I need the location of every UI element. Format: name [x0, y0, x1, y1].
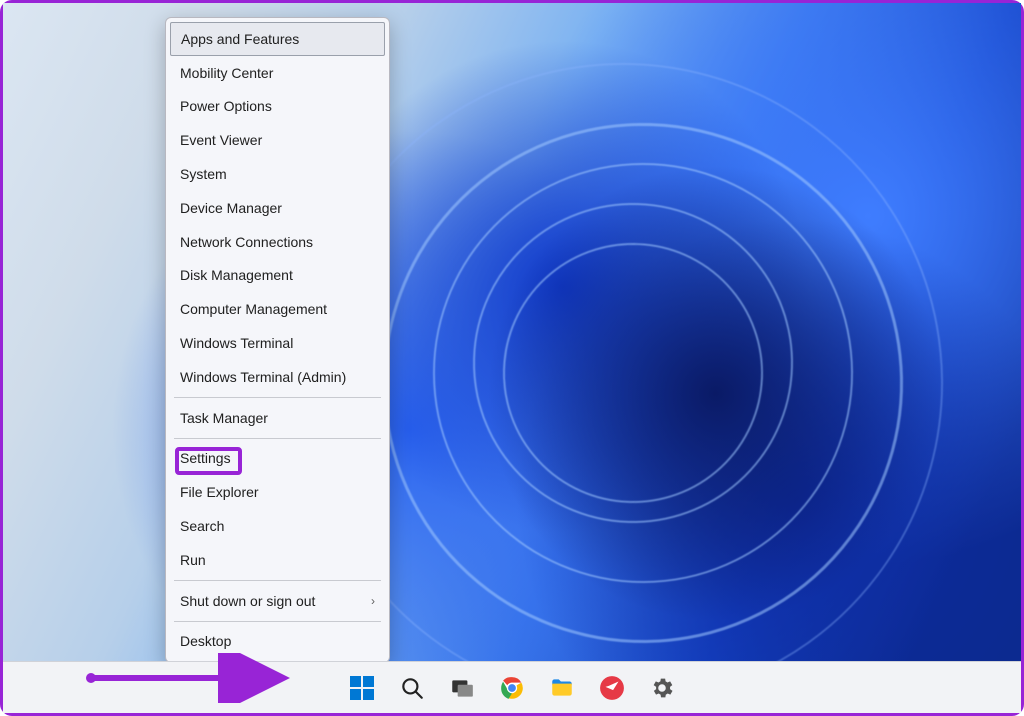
- menu-item-mobility-center[interactable]: Mobility Center: [166, 56, 389, 90]
- menu-item-windows-terminal-admin[interactable]: Windows Terminal (Admin): [166, 360, 389, 394]
- menu-item-label: Search: [180, 518, 224, 534]
- menu-separator: [174, 438, 381, 439]
- file-explorer-button[interactable]: [541, 667, 583, 709]
- menu-item-label: Apps and Features: [181, 31, 299, 47]
- menu-item-label: Computer Management: [180, 301, 327, 317]
- taskbar: [3, 661, 1021, 713]
- menu-item-windows-terminal[interactable]: Windows Terminal: [166, 326, 389, 360]
- menu-item-task-manager[interactable]: Task Manager: [166, 401, 389, 435]
- menu-item-network-connections[interactable]: Network Connections: [166, 225, 389, 259]
- menu-item-label: Disk Management: [180, 267, 293, 283]
- task-view-button[interactable]: [441, 667, 483, 709]
- menu-item-label: Run: [180, 552, 206, 568]
- task-view-icon: [449, 675, 475, 701]
- menu-item-settings[interactable]: Settings: [166, 442, 389, 476]
- menu-item-label: Shut down or sign out: [180, 593, 315, 609]
- menu-item-event-viewer[interactable]: Event Viewer: [166, 123, 389, 157]
- gear-icon: [649, 675, 675, 701]
- menu-item-label: Task Manager: [180, 410, 268, 426]
- menu-item-desktop[interactable]: Desktop: [166, 625, 389, 659]
- mail-button[interactable]: [591, 667, 633, 709]
- start-button[interactable]: [341, 667, 383, 709]
- menu-separator: [174, 397, 381, 398]
- mail-icon: [599, 675, 625, 701]
- menu-item-shut-down-or-sign-out[interactable]: Shut down or sign out ›: [166, 584, 389, 618]
- menu-separator: [174, 580, 381, 581]
- folder-icon: [549, 675, 575, 701]
- chevron-right-icon: ›: [371, 594, 375, 608]
- chrome-icon: [499, 675, 525, 701]
- menu-item-system[interactable]: System: [166, 157, 389, 191]
- chrome-button[interactable]: [491, 667, 533, 709]
- menu-item-label: Network Connections: [180, 234, 313, 250]
- menu-item-run[interactable]: Run: [166, 543, 389, 577]
- menu-item-label: Desktop: [180, 633, 231, 649]
- menu-item-label: System: [180, 166, 227, 182]
- search-icon: [399, 675, 425, 701]
- menu-item-search[interactable]: Search: [166, 509, 389, 543]
- menu-item-file-explorer[interactable]: File Explorer: [166, 475, 389, 509]
- desktop-wallpaper: [3, 3, 1021, 713]
- menu-item-label: Windows Terminal: [180, 335, 293, 351]
- menu-item-label: Windows Terminal (Admin): [180, 369, 346, 385]
- menu-item-power-options[interactable]: Power Options: [166, 90, 389, 124]
- start-context-menu: Apps and Features Mobility Center Power Op…: [165, 17, 390, 663]
- settings-button[interactable]: [641, 667, 683, 709]
- menu-item-label: Power Options: [180, 98, 272, 114]
- menu-item-disk-management[interactable]: Disk Management: [166, 259, 389, 293]
- menu-item-computer-management[interactable]: Computer Management: [166, 292, 389, 326]
- windows-logo-icon: [350, 676, 374, 700]
- menu-item-apps-and-features[interactable]: Apps and Features: [170, 22, 385, 56]
- menu-item-label: Mobility Center: [180, 65, 273, 81]
- menu-item-label: File Explorer: [180, 484, 259, 500]
- menu-separator: [174, 621, 381, 622]
- menu-item-device-manager[interactable]: Device Manager: [166, 191, 389, 225]
- menu-item-label: Settings: [180, 450, 231, 466]
- menu-item-label: Event Viewer: [180, 132, 262, 148]
- taskbar-search-button[interactable]: [391, 667, 433, 709]
- menu-item-label: Device Manager: [180, 200, 282, 216]
